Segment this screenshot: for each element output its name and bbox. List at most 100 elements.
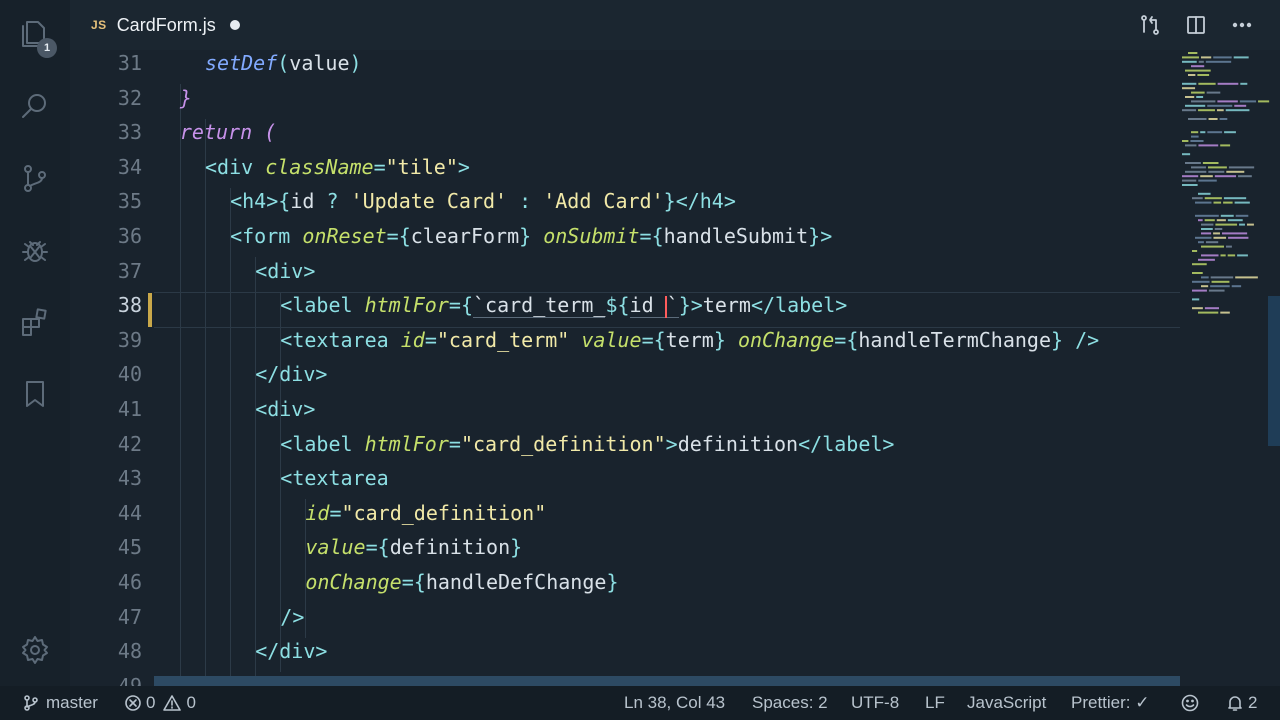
source-control-icon[interactable]	[17, 160, 53, 196]
code-token: :	[519, 189, 532, 214]
minimap-line	[1201, 245, 1225, 248]
code-token: </label>	[750, 293, 848, 318]
prettier-status[interactable]: Prettier: ✓	[1071, 686, 1149, 720]
settings-gear-icon[interactable]	[17, 632, 53, 668]
code-token: `card_term_	[472, 293, 606, 319]
line-number: 47	[117, 604, 142, 629]
code-token: </h4>	[675, 189, 736, 214]
indent-guide	[205, 118, 206, 686]
indent-guide	[180, 84, 181, 686]
code-line[interactable]: </div>	[255, 639, 327, 663]
code-line[interactable]: return (	[180, 120, 276, 144]
code-line[interactable]: value={definition}	[305, 535, 522, 559]
code-token: =	[639, 224, 652, 248]
minimap-line	[1217, 100, 1238, 103]
open-changes-icon[interactable]	[1136, 11, 1164, 39]
minimap-line	[1240, 82, 1248, 85]
code-line[interactable]: id="card_definition"	[305, 501, 546, 525]
code-token: onChange	[305, 570, 402, 594]
code-line[interactable]: <textarea id="card_term" value={term} on…	[280, 328, 1099, 352]
vertical-scrollbar-thumb[interactable]	[1268, 296, 1280, 446]
bookmark-icon[interactable]	[17, 376, 53, 412]
code-token: {	[846, 327, 859, 352]
code-token: />	[1075, 327, 1100, 352]
code-token: "card_definition"	[341, 500, 547, 525]
code-token: />	[280, 604, 305, 629]
minimap-line	[1198, 258, 1215, 261]
git-branch-status[interactable]: master	[22, 686, 98, 720]
code-token: handleTermChange	[858, 327, 1052, 352]
line-number: 38	[117, 293, 142, 318]
code-line[interactable]: onChange={handleDefChange}	[305, 570, 618, 594]
minimap-line	[1239, 223, 1245, 226]
more-actions-icon[interactable]	[1228, 11, 1256, 39]
minimap-line	[1220, 214, 1234, 217]
minimap-line	[1228, 236, 1249, 239]
editor-tab-cardform[interactable]: JS CardForm.js	[70, 0, 258, 50]
minimap-line	[1200, 131, 1206, 134]
minimap-line	[1226, 245, 1232, 248]
minimap-line	[1191, 131, 1199, 134]
code-token: =	[424, 327, 437, 352]
minimap-line	[1200, 175, 1213, 178]
code-line[interactable]: <div>	[255, 259, 315, 283]
minimap-line	[1223, 197, 1247, 200]
code-line[interactable]: <textarea	[280, 466, 388, 490]
code-line[interactable]: setDef(value)	[205, 51, 362, 75]
minimap[interactable]	[1180, 50, 1280, 686]
code-line[interactable]: <label htmlFor="card_definition">definit…	[280, 432, 894, 456]
minimap-line	[1208, 118, 1218, 120]
minimap-line	[1235, 214, 1249, 217]
indentation-status[interactable]: Spaces: 2	[752, 686, 828, 720]
minimap-line	[1221, 232, 1248, 235]
notifications-status[interactable]: 2	[1226, 686, 1257, 720]
minimap-line	[1198, 144, 1219, 147]
search-icon[interactable]	[17, 88, 53, 124]
code-line[interactable]: />	[280, 605, 304, 629]
minimap-line	[1201, 232, 1212, 235]
code-token: </label>	[798, 431, 895, 456]
cursor-position[interactable]: Ln 38, Col 43	[624, 686, 725, 720]
code-token: }	[713, 327, 726, 352]
code-token: }	[663, 189, 676, 214]
feedback-smiley-icon[interactable]	[1181, 686, 1199, 720]
code-editor[interactable]: 31 setDef(value) 32} 33 return (34 <div class…	[70, 50, 1180, 686]
code-token: id	[629, 293, 666, 319]
code-line[interactable]: }	[180, 86, 192, 110]
debug-icon[interactable]	[17, 232, 53, 268]
code-token: }	[808, 224, 821, 248]
extensions-icon[interactable]	[17, 304, 53, 340]
code-token: =	[448, 431, 461, 456]
encoding-status[interactable]: UTF-8	[851, 686, 899, 720]
minimap-line	[1198, 241, 1204, 244]
split-editor-icon[interactable]	[1182, 11, 1210, 39]
code-line[interactable]: <h4>{id ? 'Update Card' : 'Add Card'}</h…	[230, 189, 736, 213]
minimap-line	[1211, 280, 1230, 283]
problems-status[interactable]: 0 0	[124, 686, 196, 720]
code-line[interactable]: <form onReset={clearForm} onSubmit={hand…	[230, 224, 832, 248]
code-line[interactable]: <div>	[255, 397, 315, 421]
code-token: "card_definition"	[460, 431, 666, 456]
line-number: 32	[117, 85, 142, 110]
code-line[interactable]: </div>	[255, 362, 327, 386]
code-line[interactable]: <div className="tile">	[205, 155, 470, 179]
code-token: {	[278, 189, 291, 214]
minimap-line	[1219, 118, 1228, 120]
code-token: =	[365, 535, 378, 560]
error-count: 0	[146, 693, 156, 712]
code-line[interactable]: <label htmlFor={`card_term_${id `}>term<…	[280, 293, 848, 319]
minimap-line	[1208, 170, 1225, 173]
language-mode-status[interactable]: JavaScript	[967, 686, 1046, 720]
line-ending-status[interactable]: LF	[925, 686, 945, 720]
minimap-line	[1231, 285, 1242, 288]
code-token: clearForm	[410, 224, 520, 248]
code-token: {	[377, 535, 390, 560]
code-token: =	[641, 327, 654, 352]
code-token: `	[666, 293, 679, 319]
code-token: }	[678, 293, 691, 318]
unsaved-dot-icon[interactable]	[229, 20, 240, 30]
